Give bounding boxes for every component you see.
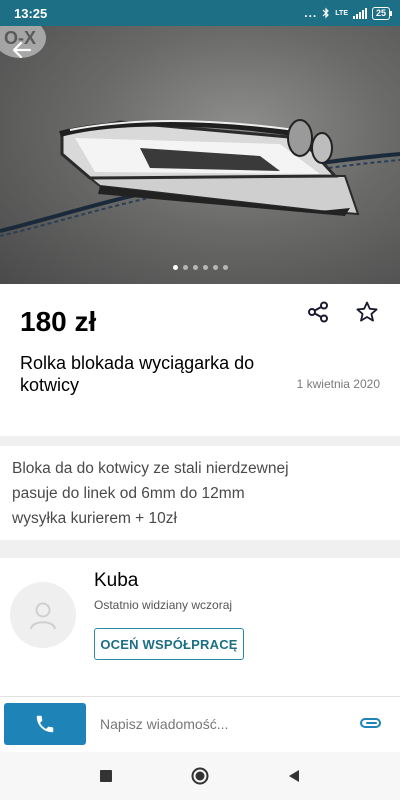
message-bar bbox=[0, 696, 400, 752]
listing-title: Rolka blokada wyciągarka do kotwicy bbox=[20, 353, 255, 395]
call-button[interactable] bbox=[4, 703, 86, 745]
seller-last-seen: Ostatnio widziany wczoraj bbox=[94, 598, 233, 612]
product-photo bbox=[0, 119, 400, 237]
message-input[interactable] bbox=[100, 711, 340, 737]
gallery-dot[interactable] bbox=[192, 265, 198, 270]
status-time: 13:25 bbox=[14, 5, 48, 21]
description-line: wysyłka kurierem + 10zł bbox=[12, 510, 177, 527]
rate-cooperation-button[interactable]: OCEŃ WSPÓŁPRACĘ bbox=[94, 628, 244, 660]
avatar[interactable] bbox=[10, 582, 76, 648]
system-back-button[interactable] bbox=[282, 764, 306, 788]
favorite-button[interactable] bbox=[352, 297, 382, 327]
section-divider bbox=[0, 540, 400, 558]
signal-icon bbox=[352, 7, 367, 19]
bluetooth-icon bbox=[322, 7, 330, 19]
listing-price: 180 zł bbox=[20, 306, 97, 337]
phone-icon bbox=[36, 715, 54, 733]
listing-date: 1 kwietnia 2020 bbox=[296, 377, 380, 391]
attach-button[interactable] bbox=[356, 711, 386, 737]
share-icon bbox=[308, 301, 328, 323]
section-divider bbox=[0, 436, 400, 446]
triangle-back-icon bbox=[289, 770, 299, 782]
listing-summary: 180 zł Rolka blokada wyciągarka do kotwi… bbox=[0, 284, 400, 436]
gallery-dot[interactable] bbox=[172, 265, 178, 270]
description-line: pasuje do linek od 6mm do 12mm bbox=[12, 485, 245, 502]
back-button[interactable] bbox=[12, 40, 46, 74]
gallery-dot[interactable] bbox=[212, 265, 218, 270]
star-outline-icon bbox=[356, 301, 378, 322]
gallery-dot[interactable] bbox=[222, 265, 228, 270]
seller-section: Kuba Ostatnio widziany wczoraj OCEŃ WSPÓ… bbox=[0, 558, 400, 692]
network-type: LTE bbox=[335, 9, 348, 17]
gallery-dot[interactable] bbox=[182, 265, 188, 270]
image-gallery[interactable]: O-X bbox=[0, 26, 400, 284]
status-icons: ... LTE 25 bbox=[304, 6, 393, 20]
seller-name[interactable]: Kuba bbox=[94, 570, 138, 592]
user-placeholder-icon bbox=[30, 602, 56, 630]
gallery-dot[interactable] bbox=[202, 265, 208, 270]
arrow-left-icon bbox=[12, 41, 32, 59]
system-navigation-bar bbox=[0, 752, 400, 800]
notification-dots: ... bbox=[304, 6, 318, 20]
recent-apps-button[interactable] bbox=[94, 764, 118, 788]
status-bar: 13:25 ... LTE 25 bbox=[0, 0, 400, 26]
share-button[interactable] bbox=[303, 297, 333, 327]
square-icon bbox=[100, 770, 112, 782]
gallery-pagination bbox=[0, 265, 400, 270]
circle-icon bbox=[191, 767, 209, 785]
paperclip-icon bbox=[359, 718, 382, 728]
listing-description: Bloka da do kotwicy ze stali nierdzewnej… bbox=[0, 446, 400, 540]
battery-indicator: 25 bbox=[371, 6, 393, 20]
description-line: Bloka da do kotwicy ze stali nierdzewnej bbox=[12, 460, 289, 477]
home-button[interactable] bbox=[188, 764, 212, 788]
